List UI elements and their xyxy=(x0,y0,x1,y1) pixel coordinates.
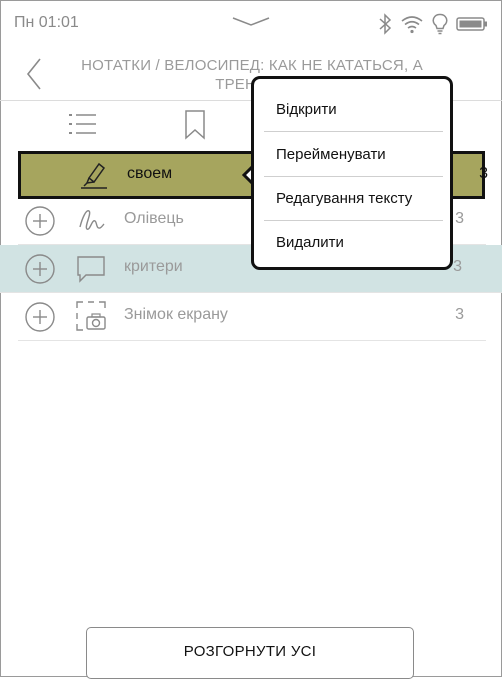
expand-plus-icon[interactable] xyxy=(25,206,55,236)
status-bar: Пн 01:01 xyxy=(0,0,502,48)
list-icon[interactable] xyxy=(68,112,98,136)
back-arrow-icon[interactable] xyxy=(22,56,46,92)
highlighter-icon xyxy=(81,162,107,189)
list-item-label: Олівець xyxy=(124,210,184,227)
status-time: Пн 01:01 xyxy=(14,14,79,31)
menu-item-rename[interactable]: Перейменувати xyxy=(276,146,386,163)
context-menu: Відкрити Перейменувати Редагування текст… xyxy=(251,76,453,270)
wifi-icon xyxy=(401,16,423,34)
expand-all-button[interactable]: РОЗГОРНУТИ УСІ xyxy=(86,627,414,679)
list-item-count: 3 xyxy=(455,210,464,227)
expand-plus-icon[interactable] xyxy=(25,302,55,332)
menu-item-edit-text[interactable]: Редагування тексту xyxy=(276,190,412,207)
screenshot-icon xyxy=(76,301,106,331)
list-item-label: Знімок екрану xyxy=(124,306,228,323)
menu-item-delete[interactable]: Видалити xyxy=(276,234,344,251)
pencil-scribble-icon xyxy=(79,210,105,230)
bookmark-icon[interactable] xyxy=(183,110,207,140)
expand-plus-icon[interactable] xyxy=(25,254,55,284)
list-item-count: 3 xyxy=(455,306,464,323)
menu-item-open[interactable]: Відкрити xyxy=(276,101,337,118)
lightbulb-icon xyxy=(432,13,448,35)
list-item-screenshot[interactable]: Знімок екрану 3 xyxy=(18,293,486,341)
list-item-label: своем xyxy=(127,165,173,182)
status-icons xyxy=(378,12,488,36)
list-item-count: 3 xyxy=(453,258,462,275)
list-item-count: 3 xyxy=(479,165,488,182)
list-item-label: критери xyxy=(124,258,183,275)
chevron-down-icon[interactable] xyxy=(231,14,271,28)
battery-icon xyxy=(456,17,487,31)
menu-divider xyxy=(264,131,443,132)
bluetooth-icon xyxy=(379,13,392,35)
menu-divider xyxy=(264,176,443,177)
comment-icon xyxy=(77,256,105,283)
menu-divider xyxy=(264,220,443,221)
